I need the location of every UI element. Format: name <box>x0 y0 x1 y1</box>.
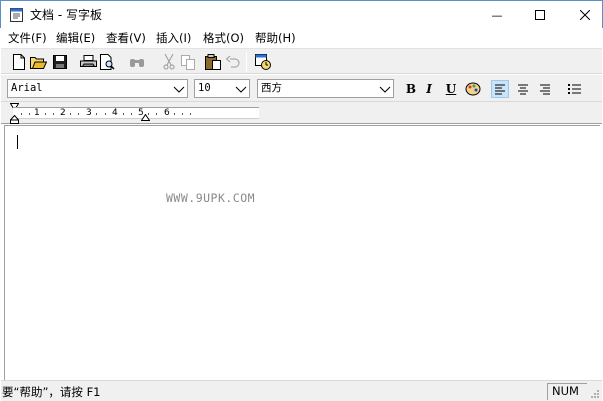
save-button[interactable] <box>51 53 69 71</box>
align-center-button[interactable] <box>514 80 532 98</box>
left-indent-marker-icon[interactable] <box>10 115 19 124</box>
menu-format[interactable]: 格式(O) <box>203 30 244 46</box>
ruler-tick <box>29 113 30 115</box>
align-left-icon <box>495 84 505 95</box>
ruler-tick <box>131 113 132 115</box>
ruler-tick <box>96 113 97 115</box>
close-icon <box>580 10 590 20</box>
copy-icon <box>180 54 195 70</box>
align-right-button[interactable] <box>536 80 554 98</box>
document-editor[interactable]: WWW.9UPK.COM <box>4 125 600 380</box>
ruler-tick <box>78 113 79 115</box>
print-icon <box>79 55 97 67</box>
ruler-label: 3 <box>86 108 92 118</box>
ruler-label: 1 <box>34 108 40 118</box>
ruler-label: 6 <box>164 108 170 118</box>
align-left-button[interactable] <box>491 80 509 98</box>
text-caret <box>17 135 18 149</box>
font-name-combo[interactable]: Arial <box>7 79 188 98</box>
bold-label: B <box>405 82 417 96</box>
menu-insert[interactable]: 插入(I) <box>156 30 191 46</box>
insert-datetime-button[interactable] <box>254 53 272 71</box>
menu-help[interactable]: 帮助(H) <box>255 30 296 46</box>
minimize-button[interactable]: — <box>474 1 520 29</box>
close-button[interactable] <box>562 1 603 29</box>
chevron-down-icon[interactable] <box>379 83 391 95</box>
ruler-tick <box>156 113 157 115</box>
bold-button[interactable]: B <box>402 80 420 98</box>
menu-file[interactable]: 文件(F) <box>8 30 47 46</box>
ruler[interactable]: 1 2 3 4 5 6 <box>13 107 259 119</box>
script-value: 西方 <box>261 82 282 94</box>
copy-button[interactable] <box>179 53 197 71</box>
ruler-tick <box>190 113 191 115</box>
ruler-label: 4 <box>112 108 118 118</box>
find-button[interactable] <box>128 53 146 71</box>
find-icon <box>130 59 144 67</box>
toolbar-separator <box>246 52 247 72</box>
open-button[interactable] <box>29 53 47 71</box>
ruler-tick <box>21 113 22 115</box>
ruler-tick <box>105 113 106 115</box>
save-icon <box>53 55 67 69</box>
ruler-tick <box>182 113 183 115</box>
ruler-tick <box>174 113 175 115</box>
undo-icon <box>226 56 240 68</box>
font-size-value: 10 <box>198 82 211 94</box>
ruler-tick <box>53 113 54 115</box>
chevron-down-icon[interactable] <box>235 83 247 95</box>
italic-button[interactable]: I <box>420 80 438 98</box>
ruler-tick <box>45 113 46 115</box>
open-folder-icon <box>29 57 47 69</box>
maximize-button[interactable] <box>517 1 563 29</box>
cut-button[interactable] <box>160 53 178 71</box>
standard-toolbar <box>1 48 602 74</box>
cut-icon <box>163 54 175 70</box>
menu-edit[interactable]: 编辑(E) <box>56 30 95 46</box>
insert-datetime-icon <box>255 54 271 70</box>
watermark-text: WWW.9UPK.COM <box>166 191 256 205</box>
ruler-tick <box>70 113 71 115</box>
italic-label: I <box>426 82 432 96</box>
menu-view[interactable]: 查看(V) <box>106 30 146 46</box>
print-preview-icon <box>100 54 115 70</box>
title-bar[interactable]: 文档 - 写字板 — <box>0 0 603 28</box>
color-button[interactable] <box>464 80 482 98</box>
align-right-icon <box>540 84 550 95</box>
right-indent-marker-icon[interactable] <box>141 114 150 121</box>
print-button[interactable] <box>79 53 97 71</box>
wordpad-app-icon <box>10 8 23 22</box>
script-combo[interactable]: 西方 <box>257 79 394 98</box>
format-toolbar: Arial 10 西方 B I U <box>1 75 602 102</box>
ruler-bar: 1 2 3 4 5 6 <box>1 102 602 124</box>
align-center-icon <box>518 84 528 95</box>
bullets-button[interactable] <box>565 80 583 98</box>
menu-bar: 文件(F) 编辑(E) 查看(V) 插入(I) 格式(O) 帮助(H) <box>1 28 602 48</box>
minimize-icon: — <box>491 8 503 22</box>
color-icon <box>465 82 481 96</box>
underline-label: U <box>445 82 457 96</box>
undo-button[interactable] <box>224 53 242 71</box>
status-bar: 要“帮助”，请按 F1 NUM <box>1 380 602 401</box>
bullets-icon <box>567 84 581 94</box>
font-size-combo[interactable]: 10 <box>194 79 250 98</box>
resize-grip-icon[interactable] <box>590 389 600 399</box>
print-preview-button[interactable] <box>98 53 116 71</box>
ruler-label: 2 <box>60 108 66 118</box>
new-button[interactable] <box>10 53 28 71</box>
num-lock-indicator: NUM <box>547 383 587 400</box>
font-name-value: Arial <box>11 82 43 94</box>
chevron-down-icon[interactable] <box>173 83 185 95</box>
window-title: 文档 - 写字板 <box>30 8 102 22</box>
status-help-text: 要“帮助”，请按 F1 <box>2 385 101 399</box>
paste-icon <box>205 54 221 70</box>
ruler-tick <box>123 113 124 115</box>
new-document-icon <box>13 54 25 70</box>
underline-button[interactable]: U <box>442 80 460 98</box>
paste-button[interactable] <box>204 53 222 71</box>
maximize-icon <box>535 10 545 20</box>
